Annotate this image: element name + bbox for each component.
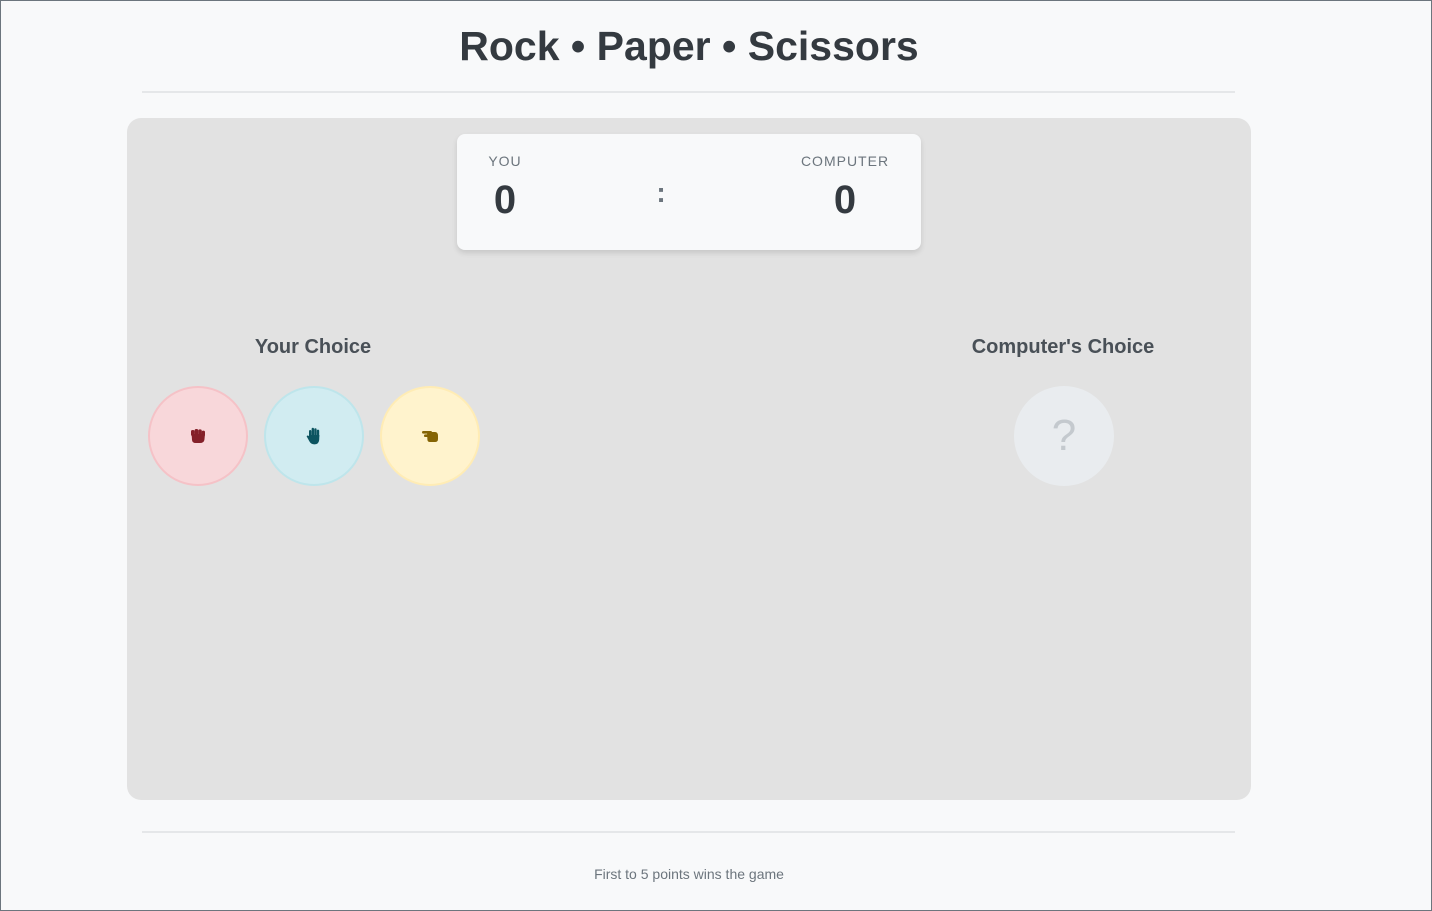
footer-divider [142,831,1235,833]
computer-choice-display: ? [1014,386,1114,486]
scissors-button[interactable] [380,386,480,486]
computer-choice-heading: Computer's Choice [971,336,1155,358]
page-title: Rock • Paper • Scissors [459,23,919,69]
scoreboard: YOU 0 : COMPUTER 0 [457,134,921,250]
player-score-label: YOU [488,153,522,169]
fist-icon [189,428,207,444]
computer-score: 0 [833,178,857,222]
score-separator: : [656,177,666,208]
player-score-block: YOU 0 [483,152,527,224]
header-divider [142,91,1235,93]
computer-score-label: COMPUTER [800,153,890,169]
question-mark-icon: ? [1051,411,1077,460]
computer-score-block: COMPUTER 0 [791,152,899,224]
hand-icon [306,427,322,445]
scissors-hand-icon [421,429,439,443]
player-choice-heading: Your Choice [254,336,372,358]
player-score: 0 [493,178,517,222]
paper-button[interactable] [264,386,364,486]
footer-note: First to 5 points wins the game [594,866,784,882]
game-panel: YOU 0 : COMPUTER 0 Your Choice Computer'… [127,118,1251,800]
rock-button[interactable] [148,386,248,486]
